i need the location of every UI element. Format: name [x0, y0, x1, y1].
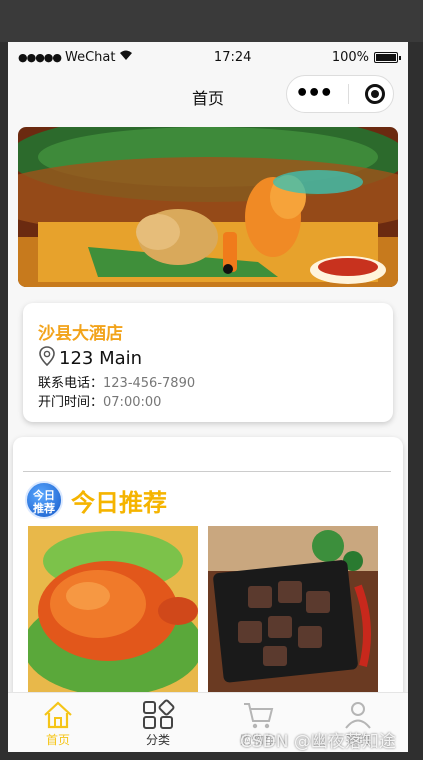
carrier-info: ●●●●● WeChat: [18, 50, 133, 65]
close-miniprogram-icon[interactable]: [364, 84, 385, 104]
hours-label: 开门时间：: [38, 395, 104, 410]
status-bar: ●●●●● WeChat 17:24 100%: [8, 42, 408, 72]
shop-address: 123 Main: [59, 348, 143, 369]
dish-card-braised-beef[interactable]: [208, 526, 378, 696]
nav-bar: 首页 •••: [8, 72, 408, 122]
grid-icon: [143, 699, 175, 729]
battery-icon: [374, 51, 401, 63]
shop-name: 沙县大酒店: [38, 324, 123, 344]
dish-image: [208, 526, 378, 696]
status-time: 17:24: [213, 49, 252, 65]
phone-screen: ●●●●● WeChat 17:24 100% 首页 ••• 沙县大酒店 123…: [8, 42, 408, 752]
battery-info: 100%: [331, 49, 401, 65]
tab-label: 分类: [145, 733, 170, 747]
recommend-header: 今日 推荐 今日推荐: [25, 481, 167, 519]
watermark: CSDN @幽夜落知途: [240, 732, 396, 752]
dish-image: [28, 526, 198, 696]
wifi-icon: [119, 50, 133, 65]
window-chrome: [0, 0, 423, 42]
page-title: 首页: [191, 89, 224, 108]
address-row: 123 Main: [38, 346, 378, 371]
carrier-name: WeChat: [65, 49, 116, 65]
signal-icon: ●●●●●: [18, 50, 62, 64]
opening-hours: 07:00:00: [103, 395, 162, 410]
more-icon[interactable]: •••: [295, 83, 333, 105]
hours-row: 开门时间：07:00:00: [38, 393, 378, 412]
recommend-title: 今日推荐: [71, 488, 167, 517]
home-icon: [44, 701, 72, 729]
phone-number[interactable]: 123-456-7890: [103, 376, 195, 391]
carousel-indicator[interactable]: [223, 264, 233, 274]
tab-label: 首页: [45, 733, 70, 747]
phone-label: 联系电话：: [38, 376, 104, 391]
phone-row: 联系电话：123-456-7890: [38, 374, 378, 393]
tab-home[interactable]: 首页: [8, 693, 108, 752]
recommend-badge-icon: 今日 推荐: [25, 481, 63, 519]
mini-program-capsule: •••: [286, 75, 394, 113]
shop-info-card: 沙县大酒店 123 Main 联系电话：123-456-7890 开门时间：07…: [23, 303, 393, 422]
location-pin-icon: [38, 346, 56, 371]
dish-card-roast-chicken[interactable]: [28, 526, 198, 696]
battery-percent: 100%: [331, 49, 369, 65]
divider: [23, 471, 391, 472]
tab-category[interactable]: 分类: [108, 693, 208, 752]
banner-carousel[interactable]: [18, 127, 398, 287]
banner-image: [18, 127, 398, 287]
